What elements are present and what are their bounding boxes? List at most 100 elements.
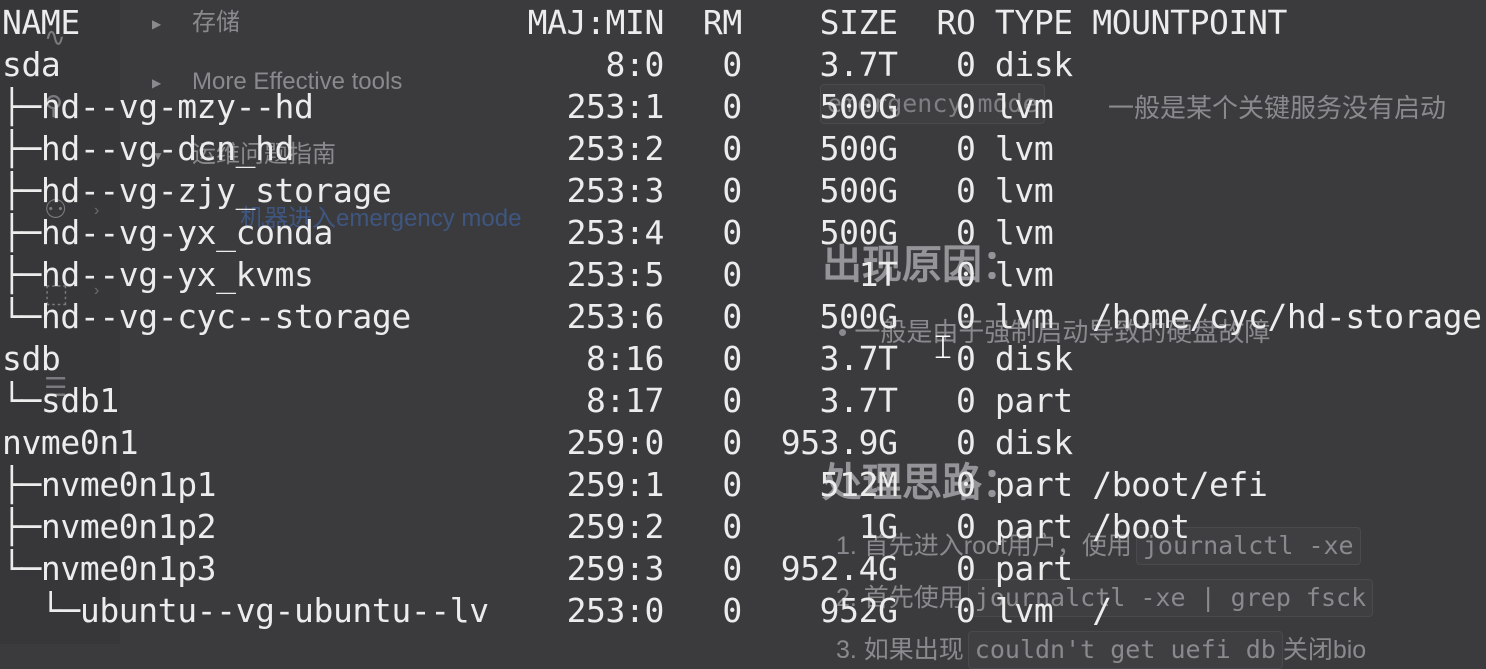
terminal-cell-majmin: 253:0 [527, 591, 665, 630]
terminal-cell-name: ├─nvme0n1p1 [2, 465, 509, 504]
terminal-row: └─ubuntu--vg-ubuntu--lv 253:0 0 952G 0 l… [2, 590, 1482, 632]
terminal-cell-rm: 0 [683, 45, 742, 84]
terminal-cell-size: 1G [761, 507, 898, 546]
terminal-cell-ro: 0 [917, 465, 976, 504]
terminal-cell-rm: 0 [683, 423, 742, 462]
terminal-cell-majmin: 253:2 [527, 129, 665, 168]
terminal-cell-size: 500G [761, 213, 898, 252]
terminal-row: nvme0n1 259:0 0 953.9G 0 disk [2, 422, 1482, 464]
terminal-cell-size: 1T [761, 255, 898, 294]
terminal-cell-name: └─sdb1 [2, 381, 509, 420]
terminal-cell-size: 500G [761, 129, 898, 168]
terminal-cell-name: sda [2, 45, 509, 84]
terminal-row: └─sdb1 8:17 0 3.7T 0 part [2, 380, 1482, 422]
terminal-cell-ro: 0 [917, 591, 976, 630]
terminal-cell-rm: 0 [683, 465, 742, 504]
terminal-cell-name: ├─hd--vg-dcn_hd [2, 129, 509, 168]
terminal-cell-majmin: 253:3 [527, 171, 665, 210]
terminal-row: └─hd--vg-cyc--storage 253:6 0 500G 0 lvm… [2, 296, 1482, 338]
terminal-cell-type: lvm [994, 591, 1073, 630]
terminal-row: sda 8:0 0 3.7T 0 disk [2, 44, 1482, 86]
terminal-cell-name: └─nvme0n1p3 [2, 549, 509, 588]
terminal-cell-size: 3.7T [761, 45, 898, 84]
terminal-cell-majmin: 259:0 [527, 423, 665, 462]
terminal-cell-name: NAME [2, 3, 509, 42]
terminal-cell-rm: RM [683, 3, 742, 42]
terminal-cell-ro: 0 [917, 171, 976, 210]
terminal-cell-type: lvm [994, 171, 1073, 210]
terminal-cell-type: lvm [994, 297, 1073, 336]
terminal-cell-majmin: 8:0 [527, 45, 665, 84]
terminal-cell-name: ├─nvme0n1p2 [2, 507, 509, 546]
terminal-cell-size: 953.9G [761, 423, 898, 462]
terminal-cell-majmin: 253:5 [527, 255, 665, 294]
terminal-cell-majmin: 259:3 [527, 549, 665, 588]
terminal-cell-majmin: MAJ:MIN [527, 3, 665, 42]
terminal-cell-ro: 0 [917, 255, 976, 294]
terminal-cell-name: ├─hd--vg-yx_kvms [2, 255, 509, 294]
terminal-cell-majmin: 259:2 [527, 507, 665, 546]
terminal-cell-type: part [994, 381, 1073, 420]
terminal-row: └─nvme0n1p3 259:3 0 952.4G 0 part [2, 548, 1482, 590]
terminal-cell-ro: 0 [917, 549, 976, 588]
terminal-cell-rm: 0 [683, 549, 742, 588]
terminal-cell-rm: 0 [683, 87, 742, 126]
terminal-cell-mountpoint: MOUNTPOINT [1092, 3, 1287, 42]
terminal-cell-mountpoint: /boot [1092, 507, 1190, 546]
terminal-cell-rm: 0 [683, 339, 742, 378]
terminal-cell-name: ├─hd--vg-mzy--hd [2, 87, 509, 126]
terminal-cell-rm: 0 [683, 255, 742, 294]
terminal-cell-ro: 0 [917, 423, 976, 462]
terminal-cell-ro: RO [917, 3, 976, 42]
terminal-cell-rm: 0 [683, 213, 742, 252]
terminal-output[interactable]: NAME MAJ:MIN RM SIZE RO TYPE MOUNTPOINT s… [2, 2, 1482, 632]
terminal-cell-size: 3.7T [761, 339, 898, 378]
terminal-cell-name: ├─hd--vg-yx_conda [2, 213, 509, 252]
terminal-cell-majmin: 259:1 [527, 465, 665, 504]
doc-step-3: 3. 如果出现 couldn't get uefi db 关闭bio [836, 630, 1366, 669]
terminal-cell-rm: 0 [683, 507, 742, 546]
terminal-cell-name: └─hd--vg-cyc--storage [2, 297, 509, 336]
terminal-cell-type: part [994, 507, 1073, 546]
terminal-cell-type: part [994, 549, 1073, 588]
terminal-row: ├─hd--vg-dcn_hd 253:2 0 500G 0 lvm [2, 128, 1482, 170]
terminal-cell-size: 952.4G [761, 549, 898, 588]
terminal-cell-name: ├─hd--vg-zjy_storage [2, 171, 509, 210]
terminal-cell-rm: 0 [683, 171, 742, 210]
terminal-cell-ro: 0 [917, 129, 976, 168]
terminal-cell-rm: 0 [683, 297, 742, 336]
terminal-cell-type: disk [994, 45, 1073, 84]
terminal-row: sdb 8:16 0 3.7T 0 disk [2, 338, 1482, 380]
terminal-cell-ro: 0 [917, 381, 976, 420]
terminal-cell-size: 500G [761, 87, 898, 126]
terminal-cell-ro: 0 [917, 87, 976, 126]
terminal-cell-majmin: 253:1 [527, 87, 665, 126]
terminal-cell-ro: 0 [917, 507, 976, 546]
terminal-cell-type: lvm [994, 255, 1073, 294]
terminal-cell-size: 952G [761, 591, 898, 630]
terminal-cell-size: 512M [761, 465, 898, 504]
terminal-cell-size: 500G [761, 171, 898, 210]
terminal-cell-type: disk [994, 339, 1073, 378]
terminal-cell-type: lvm [994, 87, 1073, 126]
terminal-cell-mountpoint: / [1092, 591, 1112, 630]
terminal-row: ├─nvme0n1p1 259:1 0 512M 0 part /boot/ef… [2, 464, 1482, 506]
terminal-cell-size: 3.7T [761, 381, 898, 420]
terminal-cell-name: └─ubuntu--vg-ubuntu--lv [2, 591, 509, 630]
terminal-cell-majmin: 8:16 [527, 339, 664, 378]
terminal-cell-ro: 0 [917, 213, 976, 252]
terminal-cell-mountpoint: /home/cyc/hd-storage [1092, 297, 1482, 336]
terminal-cell-size: SIZE [761, 3, 898, 42]
terminal-cell-majmin: 253:6 [527, 297, 665, 336]
terminal-cell-type: disk [994, 423, 1073, 462]
terminal-cell-mountpoint: /boot/efi [1092, 465, 1268, 504]
terminal-cell-majmin: 253:4 [527, 213, 665, 252]
terminal-cell-ro: 0 [917, 45, 976, 84]
terminal-cell-name: sdb [2, 339, 509, 378]
terminal-cell-rm: 0 [683, 381, 742, 420]
text-cursor-icon: 𝙸 [931, 327, 955, 367]
terminal-row: ├─hd--vg-mzy--hd 253:1 0 500G 0 lvm [2, 86, 1482, 128]
terminal-row: ├─nvme0n1p2 259:2 0 1G 0 part /boot [2, 506, 1482, 548]
terminal-cell-type: lvm [994, 129, 1073, 168]
terminal-row: ├─hd--vg-zjy_storage 253:3 0 500G 0 lvm [2, 170, 1482, 212]
